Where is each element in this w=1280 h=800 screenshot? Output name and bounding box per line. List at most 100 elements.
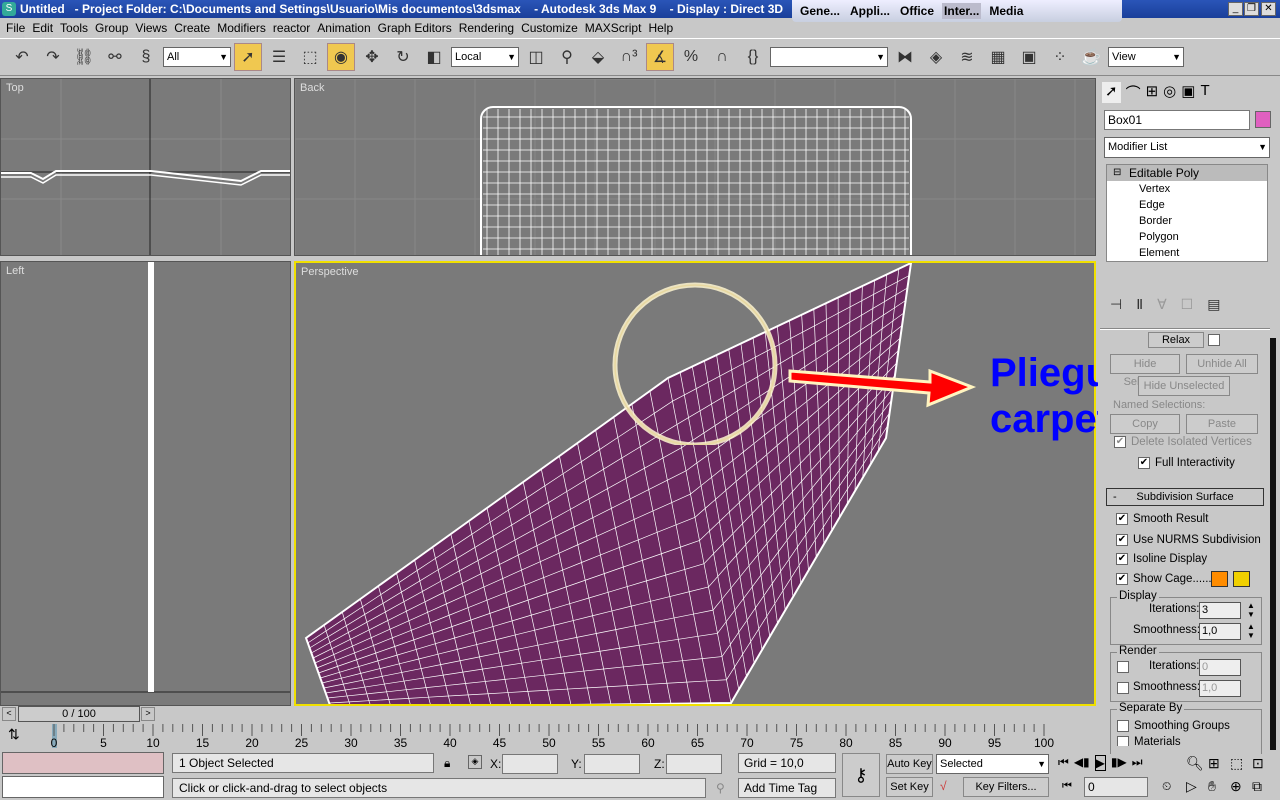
window-crossing-icon[interactable]: ◉ — [327, 43, 355, 71]
selection-filter-dropdown[interactable]: All — [163, 47, 231, 67]
reference-coord-dropdown[interactable]: Local — [451, 47, 519, 67]
copy-button[interactable]: Copy — [1110, 414, 1180, 434]
cage-color-swatch-1[interactable] — [1211, 571, 1228, 587]
isoline-display-checkbox[interactable]: ✔ Isoline Display — [1116, 549, 1207, 569]
spinner-snap-icon[interactable]: ∩ — [708, 43, 736, 71]
maximize-viewport-icon[interactable]: ⧉ — [1252, 778, 1274, 795]
render-iterations-spinner[interactable]: 0 — [1199, 659, 1241, 676]
keyboard-shortcut-icon[interactable]: ⬙ — [584, 43, 612, 71]
menu-views[interactable]: Views — [133, 18, 172, 38]
scale-icon[interactable]: ◧ — [420, 43, 448, 71]
y-coordinate-field[interactable] — [584, 754, 640, 774]
time-configuration-icon[interactable]: ⏲ — [1162, 779, 1171, 794]
remove-modifier-icon[interactable]: ☐ — [1181, 296, 1194, 313]
utilities-tab-icon[interactable]: T — [1200, 82, 1209, 103]
x-coordinate-field[interactable] — [502, 754, 558, 774]
snap-3d-icon[interactable]: ∩³ — [615, 43, 643, 71]
menu-group[interactable]: Group — [93, 18, 133, 38]
close-button[interactable]: ✕ — [1261, 2, 1276, 16]
display-smoothness-spinner[interactable]: 1,0 — [1199, 623, 1241, 640]
default-tangents-icon[interactable]: √ — [940, 779, 947, 793]
panel-scrollbar[interactable] — [1270, 338, 1276, 750]
unlink-icon[interactable]: ⚯ — [101, 43, 129, 71]
menu-graph-editors[interactable]: Graph Editors — [376, 18, 457, 38]
spinner-arrows-icon[interactable]: ▲ ▼ — [1247, 622, 1255, 640]
viewport-label[interactable]: Back — [300, 82, 324, 94]
select-by-name-icon[interactable]: ☰ — [265, 43, 293, 71]
pan-icon[interactable]: ✋︎ — [1208, 778, 1230, 795]
move-icon[interactable]: ✥ — [358, 43, 386, 71]
auto-key-button[interactable]: Auto Key — [886, 754, 933, 774]
app-icon[interactable]: S — [2, 2, 16, 16]
cage-color-swatch-2[interactable] — [1233, 571, 1250, 587]
track-bar[interactable]: 0 5 10 15 20 25 30 35 40 45 50 55 60 65 70 75 80 85 90 95 10… — [40, 722, 1060, 750]
paste-button[interactable]: Paste — [1186, 414, 1258, 434]
previous-key-icon[interactable]: ◀▮ — [1074, 755, 1090, 771]
smooth-result-checkbox[interactable]: ✔ Smooth Result — [1116, 509, 1208, 529]
viewport-label[interactable]: Perspective — [301, 266, 358, 278]
align-icon[interactable]: ◈ — [922, 43, 950, 71]
pin-stack-icon[interactable]: ⊣ — [1110, 296, 1122, 313]
percent-snap-icon[interactable]: % — [677, 43, 705, 71]
zoom-icon[interactable]: 🔍︎ — [1186, 755, 1208, 772]
key-mode-dropdown[interactable]: Selected — [936, 754, 1049, 774]
use-nurms-checkbox[interactable]: ✔ Use NURMS Subdivision — [1116, 530, 1261, 550]
viewport-label[interactable]: Left — [6, 265, 24, 277]
motion-tab-icon[interactable]: ◎ — [1163, 82, 1176, 103]
tab-internet[interactable]: Inter... — [942, 3, 982, 19]
object-color-swatch[interactable] — [1255, 111, 1271, 128]
full-interactivity-checkbox[interactable]: ✔ Full Interactivity — [1138, 453, 1235, 473]
stack-item-edge[interactable]: Edge — [1107, 197, 1267, 213]
go-to-end-icon[interactable]: ⏭ — [1132, 755, 1143, 771]
restore-button[interactable]: ❐ — [1244, 2, 1259, 16]
zoom-extents-icon[interactable]: ⬚ — [1230, 755, 1252, 772]
material-editor-icon[interactable]: ⁘ — [1046, 43, 1074, 71]
stack-item-editable-poly[interactable]: ⊟ Editable Poly — [1107, 165, 1267, 181]
next-key-icon[interactable]: ▮▶ — [1111, 755, 1127, 771]
maxscript-listener-pink[interactable] — [2, 752, 164, 774]
lock-selection-icon[interactable]: 🔒︎ — [444, 756, 450, 771]
zoom-all-icon[interactable]: ⊞ — [1208, 755, 1230, 772]
tab-media[interactable]: Media — [987, 3, 1025, 19]
named-selection-dropdown[interactable] — [770, 47, 888, 67]
menu-customize[interactable]: Customize — [519, 18, 583, 38]
materials-checkbox[interactable]: Materials — [1117, 736, 1181, 746]
set-key-button[interactable]: Set Key — [886, 777, 933, 797]
menu-animation[interactable]: Animation — [315, 18, 375, 38]
hide-unselected-button[interactable]: Hide Unselected — [1138, 376, 1230, 396]
stack-item-border[interactable]: Border — [1107, 213, 1267, 229]
add-time-tag-button[interactable]: Add Time Tag — [738, 778, 836, 798]
modifier-list-dropdown[interactable]: Modifier List — [1104, 137, 1270, 158]
relax-button[interactable]: Relax — [1148, 332, 1204, 348]
menu-help[interactable]: Help — [646, 18, 678, 38]
viewport-back[interactable]: Back — [294, 78, 1096, 256]
show-cage-checkbox[interactable]: ✔ Show Cage...... — [1116, 569, 1212, 589]
modify-tab-icon[interactable]: ⌒ — [1126, 82, 1141, 103]
menu-reactor[interactable]: reactor — [271, 18, 315, 38]
schematic-view-icon[interactable]: ▣ — [1015, 43, 1043, 71]
viewport-left[interactable]: Left — [0, 261, 291, 706]
time-slider-track[interactable]: < 0 / 100 > — [0, 706, 1098, 722]
z-coordinate-field[interactable] — [666, 754, 722, 774]
make-unique-icon[interactable]: ∀ — [1157, 296, 1167, 313]
create-tab-icon[interactable]: ➚ — [1102, 82, 1121, 103]
menu-tools[interactable]: Tools — [58, 18, 93, 38]
menu-rendering[interactable]: Rendering — [457, 18, 519, 38]
hide-selected-button[interactable]: Hide Selected — [1110, 354, 1180, 388]
render-iterations-checkbox[interactable] — [1117, 661, 1129, 673]
smoothing-groups-checkbox[interactable]: Smoothing Groups — [1117, 716, 1230, 736]
curve-editor-toggle-icon[interactable]: ⇅ — [8, 726, 20, 743]
rotate-icon[interactable]: ↻ — [389, 43, 417, 71]
set-key-mode-icon[interactable]: ⚷ — [842, 753, 880, 797]
viewport-label[interactable]: Top — [6, 82, 24, 94]
menu-modifiers[interactable]: Modifiers — [215, 18, 271, 38]
current-frame-field[interactable]: 0 — [1084, 777, 1148, 797]
stack-item-element[interactable]: Element — [1107, 245, 1267, 261]
key-mode-toggle-icon[interactable]: ⏮ — [1062, 780, 1072, 793]
curve-editor-icon[interactable]: ▦ — [984, 43, 1012, 71]
maxscript-listener-white[interactable] — [2, 776, 164, 798]
arc-rotate-icon[interactable]: ⊕ — [1230, 778, 1252, 795]
tab-general[interactable]: Gene... — [798, 3, 842, 19]
delete-isolated-vertices-checkbox[interactable]: ✔ Delete Isolated Vertices — [1114, 432, 1252, 452]
configure-modifier-sets-icon[interactable]: ▤ — [1207, 296, 1220, 313]
